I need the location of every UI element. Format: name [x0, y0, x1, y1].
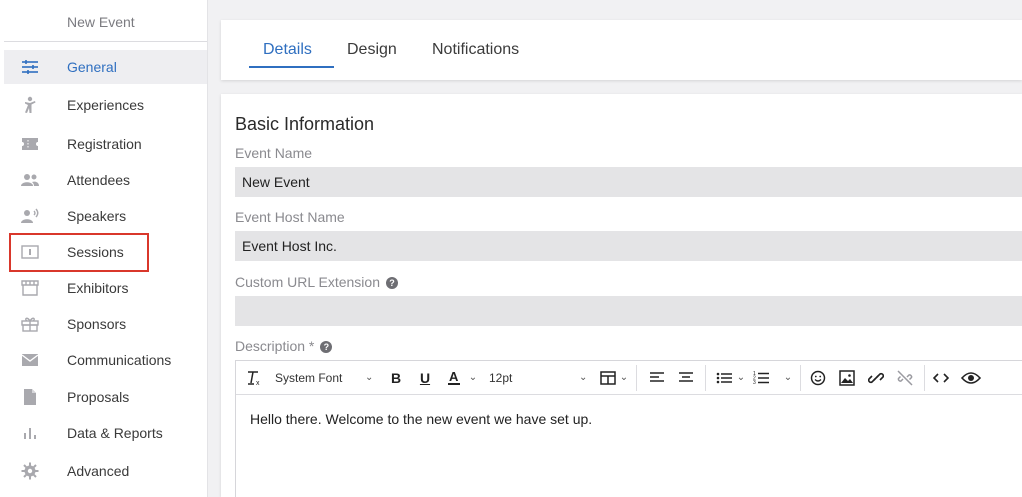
host-name-field[interactable] [235, 231, 1022, 261]
section-title: Basic Information [235, 114, 375, 134]
svg-text:x: x [256, 380, 260, 386]
sidebar-item-label: Sponsors [67, 316, 127, 332]
table-icon[interactable] [598, 361, 618, 394]
ticket-icon [20, 134, 40, 154]
sidebar-item-data-reports[interactable]: Data & Reports [4, 416, 207, 450]
tab-design[interactable]: Design [347, 41, 397, 59]
bullet-list-icon[interactable] [714, 361, 734, 394]
chevron-down-icon[interactable]: ⌄ [736, 361, 746, 394]
code-icon[interactable] [931, 361, 951, 394]
url-extension-label: Custom URL Extension [235, 274, 380, 290]
chevron-down-icon[interactable]: ⌄ [619, 361, 629, 394]
clear-format-icon[interactable]: x [244, 361, 264, 394]
sidebar-item-label: Proposals [67, 389, 130, 405]
svg-text:3: 3 [753, 380, 756, 385]
host-name-label: Event Host Name [235, 209, 345, 225]
description-label-row: Description *? [235, 338, 333, 354]
editor-toolbar: x System Font ⌄ B U A ⌄ 12pt ⌄ ⌄ ⌄ 1 2 3… [236, 361, 1022, 395]
font-family-select[interactable]: System Font ⌄ [275, 361, 375, 394]
sessions-highlight-box [9, 233, 149, 272]
chevron-down-icon: ⌄ [365, 372, 374, 383]
sidebar-item-experiences[interactable]: Experiences [4, 88, 207, 122]
image-icon[interactable] [837, 361, 857, 394]
align-left-icon[interactable] [647, 361, 667, 394]
sidebar-item-exhibitors[interactable]: Exhibitors [4, 271, 207, 305]
sidebar-item-speakers[interactable]: Speakers [4, 199, 207, 233]
document-icon [20, 387, 40, 407]
mail-icon [20, 350, 40, 370]
toolbar-separator [705, 365, 706, 391]
chevron-down-icon: ⌄ [579, 372, 588, 383]
event-name-label: Event Name [235, 145, 313, 161]
sidebar-item-label: Advanced [67, 463, 130, 479]
chevron-down-icon[interactable]: ⌄ [783, 361, 793, 394]
help-icon[interactable]: ? [385, 277, 398, 289]
sidebar-item-registration[interactable]: Registration [4, 127, 207, 161]
align-center-icon[interactable] [676, 361, 696, 394]
preview-icon[interactable] [960, 361, 982, 394]
sidebar-item-general[interactable]: General [4, 50, 207, 84]
font-family-value: System Font [275, 370, 343, 385]
link-icon[interactable] [866, 361, 886, 394]
sidebar-item-label: Communications [67, 352, 172, 368]
font-size-value: 12pt [489, 370, 513, 385]
bold-icon[interactable]: B [386, 361, 406, 394]
active-tab-indicator [249, 66, 334, 68]
event-name-field[interactable] [235, 167, 1022, 197]
toolbar-separator [924, 365, 925, 391]
unlink-icon[interactable] [895, 361, 915, 394]
gear-icon [20, 461, 40, 481]
basic-information-card: Basic Information Event Name Event Host … [221, 94, 1022, 497]
toolbar-separator [636, 365, 637, 391]
tab-bar: Details Design Notifications [221, 20, 1022, 80]
sidebar-item-label: Attendees [67, 172, 131, 188]
numbered-list-icon[interactable]: 123 [751, 361, 771, 394]
chevron-down-icon[interactable]: ⌄ [468, 361, 478, 394]
url-extension-field[interactable] [235, 296, 1022, 326]
sidebar: New Event General Experiences Registrati… [0, 0, 208, 497]
text-color-icon[interactable]: A [444, 361, 464, 394]
description-label: Description * [235, 338, 315, 354]
font-size-select[interactable]: 12pt ⌄ [489, 361, 589, 394]
sidebar-item-label: Speakers [67, 208, 127, 224]
sidebar-title: New Event [67, 14, 135, 30]
tab-notifications[interactable]: Notifications [432, 41, 519, 59]
toolbar-separator [800, 365, 801, 391]
booth-icon [20, 278, 40, 298]
url-extension-label-row: Custom URL Extension? [235, 274, 398, 290]
sidebar-item-communications[interactable]: Communications [4, 343, 207, 377]
svg-text:A: A [449, 369, 459, 384]
bar-chart-icon [20, 423, 40, 443]
sidebar-item-label: Registration [67, 136, 142, 152]
sidebar-item-proposals[interactable]: Proposals [4, 380, 207, 414]
sidebar-item-advanced[interactable]: Advanced [4, 454, 207, 488]
speaker-icon [20, 206, 40, 226]
sidebar-item-attendees[interactable]: Attendees [4, 163, 207, 197]
help-icon[interactable]: ? [320, 341, 333, 353]
editor-content[interactable]: Hello there. Welcome to the new event we… [250, 411, 592, 427]
description-editor: x System Font ⌄ B U A ⌄ 12pt ⌄ ⌄ ⌄ 1 2 3… [235, 360, 1022, 497]
emoji-icon[interactable] [808, 361, 828, 394]
sliders-icon [20, 57, 40, 77]
gift-icon [20, 314, 40, 334]
sidebar-item-label: Exhibitors [67, 280, 129, 296]
people-icon [20, 170, 40, 190]
sidebar-item-label: Experiences [67, 97, 145, 113]
sidebar-item-label: Data & Reports [67, 425, 163, 441]
sidebar-item-label: General [67, 59, 117, 75]
tab-details[interactable]: Details [263, 41, 312, 59]
sidebar-item-sponsors[interactable]: Sponsors [4, 307, 207, 341]
person-icon [20, 95, 40, 115]
underline-icon[interactable]: U [415, 361, 435, 394]
sidebar-divider [4, 41, 207, 42]
